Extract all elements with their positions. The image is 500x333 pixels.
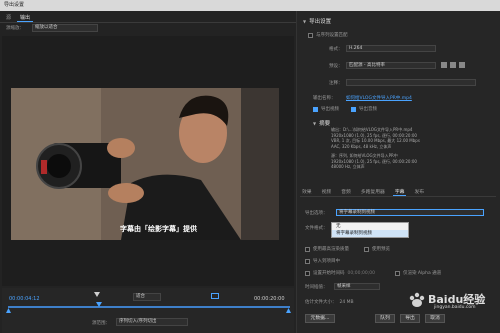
aspect-toggle-icon[interactable]: [211, 293, 219, 299]
source-range-label: 源范围：: [92, 321, 110, 326]
max-render-checkbox[interactable]: [305, 246, 310, 252]
max-render-row: 使用最高渲染质量: [305, 246, 349, 252]
alpha-only-label: 仅渲染 Alpha 通道: [403, 271, 442, 276]
delete-preset-icon[interactable]: [459, 62, 465, 68]
tab-divider: [0, 22, 296, 23]
export-button[interactable]: 导出: [400, 314, 420, 323]
summary-output-block: 输出：D:\...\如何给VLOG文件导入PR中.mp4 1920x1080 (…: [331, 127, 420, 149]
window-title: 导出设置: [0, 0, 500, 11]
format-label: 格式：: [329, 47, 343, 52]
export-audio-row: 导出音频: [351, 106, 377, 112]
tab-source[interactable]: 源: [3, 13, 14, 22]
file-format-label: 文件格式：: [305, 226, 328, 231]
left-tabs: 源 输出: [3, 13, 34, 22]
preset-label: 预设：: [329, 64, 343, 69]
max-render-label: 使用最高渲染质量: [313, 247, 349, 252]
watermark-url: jingyan.baidu.com: [434, 305, 476, 310]
timeline-range: [8, 306, 290, 308]
summary-arrow-icon: ▼: [313, 120, 317, 126]
collapse-arrow-icon: ▼: [303, 18, 307, 24]
export-video-row: 导出视频: [313, 106, 339, 112]
output-name-label: 输出名称：: [313, 96, 336, 101]
interpolation-label: 时间插值：: [305, 285, 328, 290]
start-timecode-row: 设置开始时间码 00;00;00;00: [305, 270, 375, 276]
match-sequence-checkbox[interactable]: [308, 32, 313, 38]
import-project-label: 导入到项目中: [313, 259, 340, 264]
tab-publish[interactable]: 发布: [412, 187, 426, 196]
export-video-checkbox[interactable]: [313, 106, 318, 112]
export-settings-title: 导出设置: [309, 19, 332, 25]
alpha-only-checkbox[interactable]: [395, 270, 400, 276]
preset-actions: [441, 62, 471, 69]
source-range-dropdown[interactable]: 序列切入/序列切出: [116, 318, 188, 326]
match-sequence-row: 与序列设置匹配: [308, 32, 348, 38]
summary-output: 输出：D:\...\如何给VLOG文件导入PR中.mp4: [331, 127, 413, 132]
import-project-row: 导入到项目中: [305, 258, 340, 264]
tab-output[interactable]: 输出: [17, 13, 34, 22]
start-timecode-value[interactable]: 00;00;00;00: [348, 271, 375, 276]
estimated-size-label: 估计文件大小：: [305, 300, 337, 305]
preset-dropdown[interactable]: 匹配源 - 高比特率: [346, 62, 436, 69]
export-video-label: 导出视频: [321, 107, 339, 112]
in-marker-icon[interactable]: [6, 308, 11, 313]
settings-tabs: 效果 视频 音频 多路复用器 字幕 发布: [300, 187, 496, 197]
tab-audio[interactable]: 音频: [339, 187, 353, 196]
export-audio-checkbox[interactable]: [351, 106, 356, 112]
import-project-checkbox[interactable]: [305, 258, 310, 264]
end-timecode: 00:00:20:00: [254, 296, 285, 302]
export-option-menu: 无 将字幕录制到视频: [331, 222, 409, 238]
summary-title: 摘要: [319, 121, 331, 127]
fit-dropdown[interactable]: 适合: [133, 293, 161, 301]
export-settings-header[interactable]: ▼ 导出设置: [303, 17, 332, 26]
alpha-only-row: 仅渲染 Alpha 通道: [395, 270, 441, 276]
output-name-link[interactable]: 如何给VLOG文件导入PR中.mp4: [346, 95, 412, 101]
video-preview: [11, 88, 279, 240]
export-option-dropdown[interactable]: 将字幕录制到视频: [336, 209, 484, 216]
source-scaling-label: 源缩放：: [6, 26, 24, 31]
comment-input[interactable]: [346, 79, 476, 86]
export-option-label: 导出选项：: [305, 211, 328, 216]
tab-captions[interactable]: 字幕: [392, 187, 407, 196]
tab-effects[interactable]: 效果: [300, 187, 314, 196]
source-scaling-dropdown[interactable]: 缩放以适合: [32, 24, 98, 32]
summary-line-4: AAC, 320 Kbps, 48 kHz, 立体声: [331, 143, 392, 149]
use-preview-row: 使用预览: [364, 246, 390, 252]
queue-button[interactable]: 队列: [375, 314, 395, 323]
estimated-size-value: 24 MB: [339, 299, 354, 305]
video-frame-illustration: [11, 88, 279, 240]
use-preview-label: 使用预览: [372, 247, 390, 252]
summary-line-3: VBR, 1 次, 目标 10.00 Mbps, 最大 12.00 Mbps: [331, 138, 420, 143]
out-marker-icon[interactable]: [286, 308, 291, 313]
video-subtitle: 字幕由「绘影字幕」提供: [120, 225, 197, 233]
in-point-icon[interactable]: [94, 292, 100, 298]
use-preview-checkbox[interactable]: [364, 246, 369, 252]
tab-multiplexer[interactable]: 多路复用器: [359, 187, 387, 196]
menu-item-burn-in[interactable]: 将字幕录制到视频: [332, 230, 408, 237]
start-timecode-checkbox[interactable]: [305, 270, 310, 276]
menu-item-none[interactable]: 无: [332, 223, 408, 230]
metadata-button[interactable]: 元数据...: [305, 314, 335, 323]
summary-line-7: 48000 Hz, 立体声: [331, 164, 365, 169]
save-preset-icon[interactable]: [441, 62, 447, 68]
current-timecode[interactable]: 00:00:04:12: [9, 296, 40, 302]
match-sequence-label: 与序列设置匹配: [316, 33, 348, 38]
playhead-icon[interactable]: [96, 302, 102, 308]
summary-source-block: 源：序列, 如何给VLOG文件导入PR中 1920x1080 (1.0), 25…: [331, 153, 417, 170]
estimated-size-row: 估计文件大小： 24 MB: [305, 299, 354, 306]
tab-video[interactable]: 视频: [320, 187, 334, 196]
export-audio-label: 导出音频: [359, 107, 377, 112]
baidu-watermark: Baidu经验 jingyan.baidu.com: [404, 288, 500, 314]
comment-label: 注释：: [329, 81, 343, 86]
start-timecode-label: 设置开始时间码: [313, 271, 345, 276]
import-preset-icon[interactable]: [450, 62, 456, 68]
cancel-button[interactable]: 取消: [425, 314, 445, 323]
interpolation-dropdown[interactable]: 帧采样: [334, 283, 380, 290]
format-dropdown[interactable]: H.264: [346, 45, 436, 52]
summary-header[interactable]: ▼ 摘要: [313, 119, 331, 128]
